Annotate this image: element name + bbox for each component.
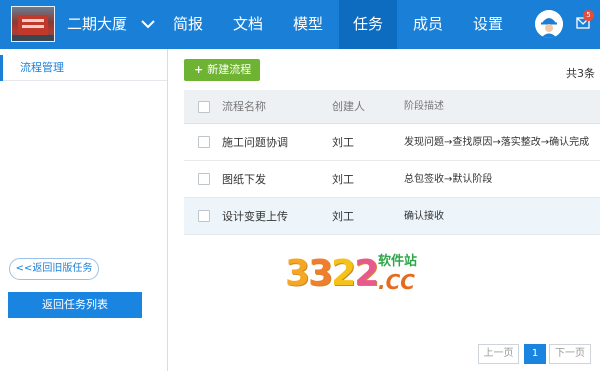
header-name: 流程名称	[222, 100, 266, 113]
row-desc: 总包签收→默认阶段	[404, 174, 493, 185]
row-desc: 确认接收	[404, 211, 444, 222]
nav-settings[interactable]: 设置	[462, 0, 514, 49]
row-name[interactable]: 施工问题协调	[222, 124, 288, 161]
watermark-digit: 3	[285, 253, 310, 294]
notification-badge: 5	[583, 10, 594, 21]
row-creator: 刘工	[332, 136, 354, 149]
building-ground	[12, 35, 54, 41]
nav-docs[interactable]: 文档	[222, 0, 274, 49]
row-checkbox[interactable]	[198, 136, 210, 148]
sidebar-item-process-management[interactable]: 流程管理	[0, 55, 167, 81]
header-desc: 阶段描述	[404, 101, 444, 112]
watermark-digit: 2	[354, 253, 379, 294]
plus-icon: +	[194, 63, 204, 76]
nav-members[interactable]: 成员	[402, 0, 454, 49]
row-name[interactable]: 设计变更上传	[222, 198, 288, 235]
building-window-band	[22, 19, 44, 22]
header-creator: 创建人	[332, 100, 365, 113]
watermark-cn-text: 软件站	[378, 254, 418, 269]
select-all-checkbox[interactable]	[198, 101, 210, 113]
watermark-digit: 2	[331, 253, 356, 294]
building-window-band	[22, 25, 44, 28]
table-row[interactable]: 图纸下发 刘工 总包签收→默认阶段	[184, 161, 600, 198]
row-creator: 刘工	[332, 173, 354, 186]
back-to-task-list-button[interactable]: 返回任务列表	[8, 292, 142, 318]
user-avatar[interactable]	[535, 10, 563, 38]
row-name[interactable]: 图纸下发	[222, 161, 266, 198]
project-name[interactable]: 二期大厦	[67, 14, 127, 34]
page-1-button[interactable]: 1	[524, 344, 546, 364]
table-row[interactable]: 设计变更上传 刘工 确认接收	[184, 198, 600, 235]
new-process-button[interactable]: + 新建流程	[184, 59, 260, 81]
new-process-label: 新建流程	[207, 63, 252, 76]
nav-brief[interactable]: 简报	[162, 0, 214, 49]
nav-models[interactable]: 模型	[282, 0, 334, 49]
sidebar: 流程管理	[0, 49, 168, 371]
next-page-button[interactable]: 下一页	[549, 344, 591, 364]
watermark-digit: 3	[308, 253, 333, 294]
watermark-domain: .CC	[378, 270, 415, 294]
row-checkbox[interactable]	[198, 173, 210, 185]
process-table: 流程名称 创建人 阶段描述 施工问题协调 刘工 发现问题→查找原因→落实整改→确…	[184, 90, 600, 235]
project-thumbnail[interactable]	[11, 6, 55, 42]
row-checkbox[interactable]	[198, 210, 210, 222]
prev-page-button[interactable]: 上一页	[478, 344, 519, 364]
watermark-digits: 3322	[285, 252, 379, 296]
table-header: 流程名称 创建人 阶段描述	[184, 90, 600, 124]
worker-helmet-icon	[535, 10, 563, 38]
total-count: 共3条	[566, 67, 595, 80]
nav-tasks[interactable]: 任务	[339, 0, 397, 49]
row-creator: 刘工	[332, 210, 354, 223]
chevron-down-icon[interactable]	[140, 14, 156, 34]
watermark-logo: 3322 软件站 .CC	[285, 250, 435, 300]
back-to-old-tasks-button[interactable]: <<返回旧版任务	[9, 258, 99, 280]
row-desc: 发现问题→查找原因→落实整改→确认完成	[404, 137, 590, 148]
table-row[interactable]: 施工问题协调 刘工 发现问题→查找原因→落实整改→确认完成	[184, 124, 600, 161]
